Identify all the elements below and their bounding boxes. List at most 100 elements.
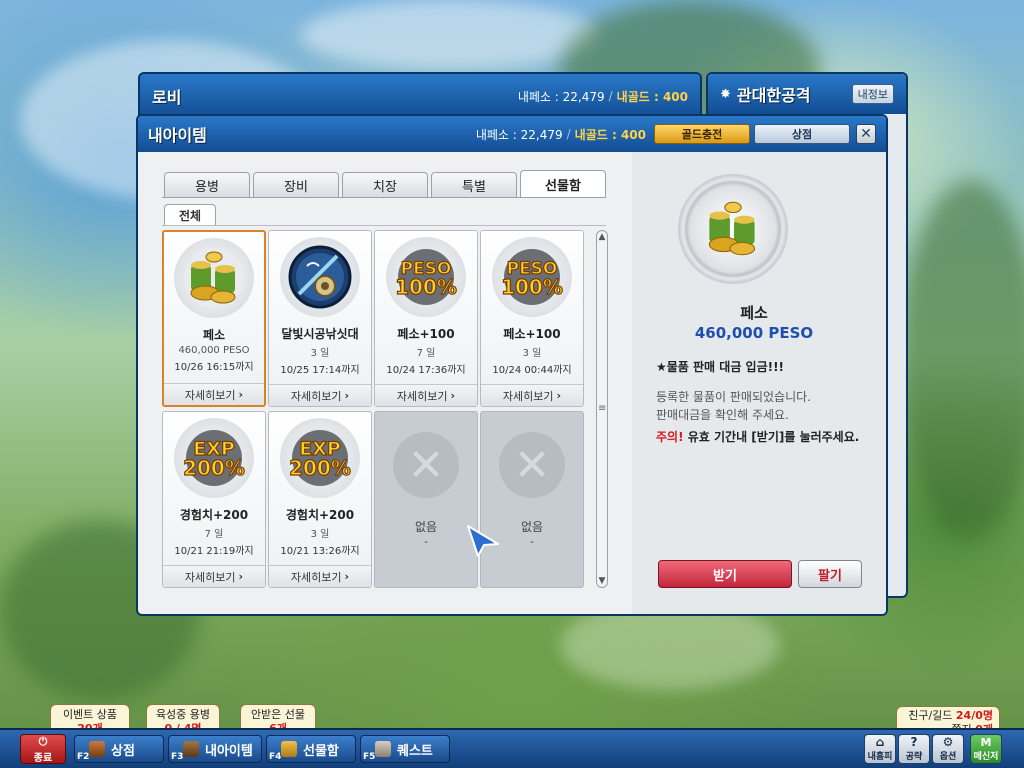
power-icon: ⏻ xyxy=(38,734,48,748)
chevron-right-icon: › xyxy=(344,389,350,402)
button-label: 퀘스트 xyxy=(397,743,433,759)
options-button[interactable]: ⚙ 옵션 xyxy=(932,734,964,764)
tab-equipment[interactable]: 장비 xyxy=(253,172,339,198)
item-name: 달빛시공낚싯대 xyxy=(281,327,359,341)
quit-label: 종료 xyxy=(33,752,53,764)
peso-coins-icon xyxy=(174,238,254,318)
svg-text:200%: 200% xyxy=(289,456,351,480)
my-items-title: 내아이템 xyxy=(148,126,207,145)
my-items-window: 내아이템 내페소 : 22,479 / 내골드 : 400 골드충전 상점 ✕ … xyxy=(136,114,888,616)
exp-200-icon: EXP 200% xyxy=(280,418,360,498)
gold-charge-button[interactable]: 골드충전 xyxy=(654,124,750,144)
details-button[interactable]: 자세히보기 › xyxy=(163,565,265,587)
scroll-up-icon[interactable]: ▲ xyxy=(598,232,606,242)
details-button[interactable]: 자세히보기 › xyxy=(375,384,477,406)
svg-text:100%: 100% xyxy=(501,275,563,299)
lobby-peso: 내페소 : 22,479 xyxy=(517,89,605,104)
details-button[interactable]: 자세히보기 › xyxy=(164,383,264,405)
homepage-button[interactable]: ⌂ 내홈피 xyxy=(864,734,896,764)
my-items-titlebar: 내아이템 내페소 : 22,479 / 내골드 : 400 골드충전 상점 ✕ xyxy=(138,116,886,152)
item-card[interactable]: PESO 100% 페소+100 3 일 10/24 00:44까지 자세히보기… xyxy=(480,230,584,407)
warning-prefix: 주의! xyxy=(656,430,684,444)
tab-special[interactable]: 특별 xyxy=(431,172,517,198)
details-label: 자세히보기 xyxy=(290,570,342,584)
lobby-sep: / xyxy=(608,89,613,103)
details-button[interactable]: 자세히보기 › xyxy=(269,384,371,406)
receive-button[interactable]: 받기 xyxy=(658,560,792,588)
item-until: 10/25 17:14까지 xyxy=(280,365,360,376)
subtab-divider xyxy=(162,225,606,226)
bubble-title: 육성중 용병 xyxy=(155,708,211,721)
messenger-button[interactable]: M 메신저 xyxy=(970,734,1002,764)
scroll-thumb[interactable]: ≡ xyxy=(598,403,606,415)
guide-button[interactable]: ? 공략 xyxy=(898,734,930,764)
close-icon[interactable]: ✕ xyxy=(856,124,876,144)
x-icon: ✕ xyxy=(393,432,459,498)
shop-button[interactable]: 상점 xyxy=(754,124,850,144)
button-label: 내아이템 xyxy=(205,743,253,759)
tab-gift-box[interactable]: 선물함 xyxy=(520,170,606,198)
gift-icon xyxy=(281,741,297,757)
detail-line-1: 등록한 물품이 판매되었습니다. xyxy=(656,390,811,404)
small-button-label: 옵션 xyxy=(939,752,957,762)
tabs-divider xyxy=(162,197,606,198)
item-card[interactable]: EXP 200% 경험치+200 3 일 10/21 13:26까지 자세히보기… xyxy=(268,411,372,588)
friends-label: 친구/길드 xyxy=(908,709,953,722)
chevron-right-icon: › xyxy=(556,389,562,402)
exp-200-icon: EXP 200% xyxy=(174,418,254,498)
details-button[interactable]: 자세히보기 › xyxy=(269,565,371,587)
bag-icon xyxy=(183,741,199,757)
fishing-rod-icon xyxy=(280,237,360,317)
my-items-gold: 내골드 : 400 xyxy=(574,127,646,142)
gear-icon: ⚙ xyxy=(942,735,954,749)
tab-mercenary[interactable]: 용병 xyxy=(164,172,250,198)
chevron-right-icon: › xyxy=(238,570,244,583)
scroll-down-icon[interactable]: ▼ xyxy=(598,576,606,586)
warning-text: 유효 기간내 [받기]를 눌러주세요. xyxy=(683,430,860,444)
tab-cosmetic[interactable]: 치장 xyxy=(342,172,428,198)
item-name: 페소+100 xyxy=(503,327,561,341)
friends-row: 친구/길드 24/0명 xyxy=(897,709,993,723)
button-label: 선물함 xyxy=(303,743,339,759)
item-card[interactable]: EXP 200% 경험치+200 7 일 10/21 21:19까지 자세히보기… xyxy=(162,411,266,588)
my-info-button[interactable]: 내정보 xyxy=(851,84,894,104)
my-items-peso: 내페소 : 22,479 xyxy=(475,127,563,142)
my-items-sep: / xyxy=(566,127,571,141)
my-items-currency: 내페소 : 22,479 / 내골드 : 400 xyxy=(476,126,646,143)
x-icon: ✕ xyxy=(499,432,565,498)
details-label: 자세히보기 xyxy=(184,388,236,402)
quest-f5-button[interactable]: F5 퀘스트 xyxy=(360,735,450,763)
subtab-all[interactable]: 전체 xyxy=(164,204,216,226)
bottom-toolbar: ⏻ 종료 F2 상점 F3 내아이템 F4 선물함 F5 퀘스트 ⌂ 내홈피 ?… xyxy=(0,728,1024,768)
mouse-cursor-icon xyxy=(467,525,499,557)
fkey-label: F2 xyxy=(77,752,90,762)
lobby-currency: 내페소 : 22,479 / 내골드 : 400 xyxy=(518,88,688,105)
question-icon: ? xyxy=(910,735,918,749)
shop-f2-button[interactable]: F2 상점 xyxy=(74,735,164,763)
item-sub: 3 일 xyxy=(310,529,330,540)
item-card[interactable]: PESO 100% 페소+100 7 일 10/24 17:36까지 자세히보기… xyxy=(374,230,478,407)
chevron-right-icon: › xyxy=(450,389,456,402)
item-card[interactable]: 달빛시공낚싯대 3 일 10/25 17:14까지 자세히보기 › xyxy=(268,230,372,407)
lobby-window: 로비 내페소 : 22,479 / 내골드 : 400 xyxy=(138,72,702,120)
gift-item-grid: 페소 460,000 PESO 10/26 16:15까지 자세히보기 › 달빛… xyxy=(162,230,588,588)
item-card[interactable]: 페소 460,000 PESO 10/26 16:15까지 자세히보기 › xyxy=(162,230,266,407)
chevron-right-icon: › xyxy=(344,570,350,583)
lobby-title: 로비 xyxy=(152,88,182,107)
detail-item-name: 페소 xyxy=(740,304,768,322)
svg-text:200%: 200% xyxy=(183,456,245,480)
item-until: 10/21 13:26까지 xyxy=(280,546,360,557)
gift-box-f4-button[interactable]: F4 선물함 xyxy=(266,735,356,763)
item-scrollbar[interactable]: ▲ ≡ ▼ xyxy=(596,230,608,588)
my-items-f3-button[interactable]: F3 내아이템 xyxy=(168,735,262,763)
empty-dash: - xyxy=(424,535,428,548)
item-sub: 3 일 xyxy=(310,348,330,359)
quit-button[interactable]: ⏻ 종료 xyxy=(20,734,66,764)
small-button-label: 내홈피 xyxy=(867,752,893,762)
details-label: 자세히보기 xyxy=(184,570,236,584)
item-sub: 7 일 xyxy=(204,529,224,540)
details-button[interactable]: 자세히보기 › xyxy=(481,384,583,406)
attack-title: 관대한공격 xyxy=(736,86,811,105)
sell-button[interactable]: 팔기 xyxy=(798,560,862,588)
item-name: 경험치+200 xyxy=(179,508,249,522)
